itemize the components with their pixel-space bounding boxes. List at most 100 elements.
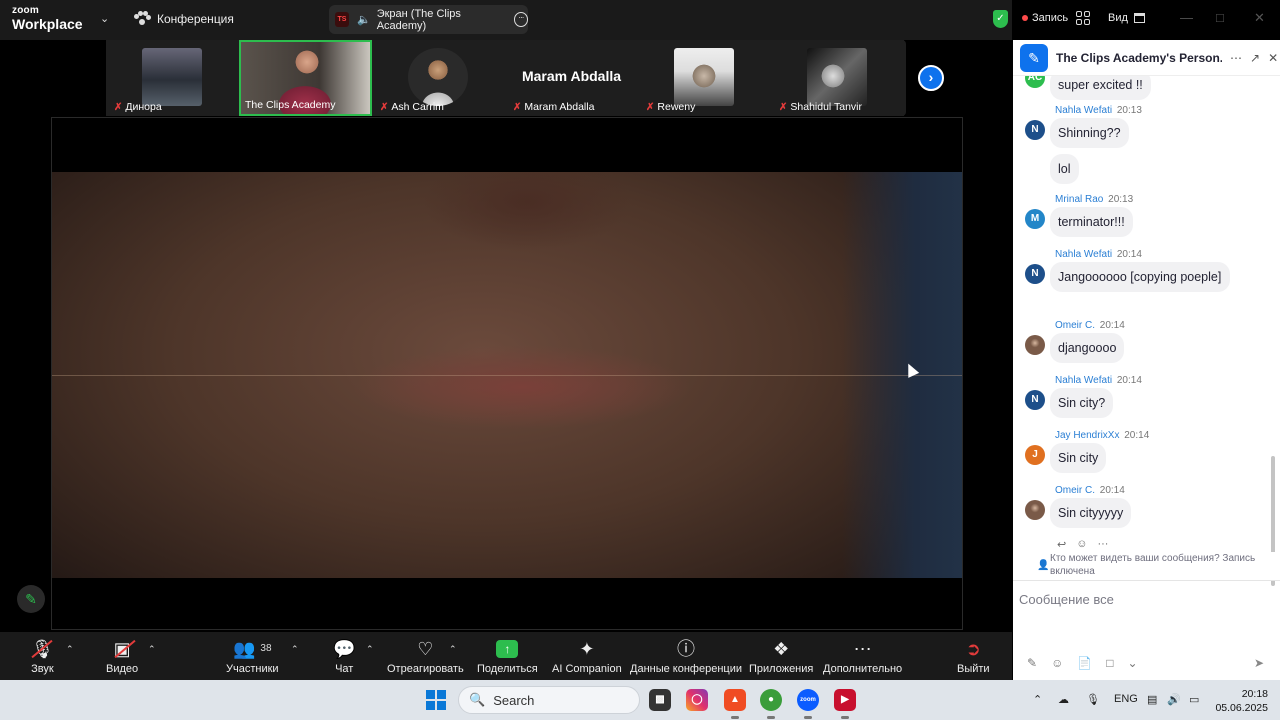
format-text-icon[interactable]: ✎ — [1027, 656, 1037, 670]
tray-chevron-icon[interactable]: ⌃ — [1033, 693, 1042, 706]
participants-button[interactable]: 👥 38 Участники — [226, 638, 279, 675]
participant-tile[interactable]: ✗ Reweny — [638, 40, 771, 116]
zoom-app-icon[interactable]: zoom — [797, 689, 819, 719]
message-more-icon[interactable]: ··· — [1097, 538, 1108, 551]
send-icon[interactable]: ➤ — [1254, 656, 1264, 670]
participant-thumbnail — [408, 48, 468, 106]
reply-icon[interactable]: ↩ — [1057, 538, 1066, 551]
taskbar-search-box[interactable]: 🔍 Search — [458, 686, 640, 714]
browser-globe-icon[interactable]: ● — [760, 689, 782, 719]
participant-display-name: Maram Abdalla — [521, 68, 622, 84]
media-app-icon[interactable]: ▶ — [834, 689, 856, 719]
chat-button[interactable]: 💬 Чат — [333, 638, 355, 675]
participant-name-row: ✗ Shahidul Tanvir — [779, 101, 862, 113]
view-button[interactable]: Вид — [1108, 12, 1145, 24]
mic-muted-icon: ✗ — [513, 101, 522, 113]
close-chat-icon[interactable]: ✕ — [1268, 51, 1278, 65]
participant-name-row: ✗ Reweny — [646, 101, 695, 113]
chat-message-list[interactable]: AC super excited !! Nahla Wefati 20:13 N… — [1013, 76, 1280, 596]
maximize-icon[interactable]: □ — [1216, 10, 1224, 25]
brave-browser-icon[interactable]: ▲ — [724, 689, 746, 719]
participant-tile-active-speaker[interactable]: The Clips Academy — [239, 40, 372, 116]
chat-options-caret-icon[interactable]: ⌃ — [366, 644, 374, 655]
ai-companion-label: AI Companion — [552, 663, 622, 675]
apps-icon: ❖ — [773, 639, 790, 659]
paw-icon — [134, 11, 151, 26]
taskbar-clock[interactable]: 20:18 05.06.2025 — [1212, 687, 1268, 715]
close-window-icon[interactable]: ✕ — [1254, 10, 1265, 26]
participants-count: 38 — [260, 643, 272, 654]
compose-edit-icon[interactable]: ✎ — [1020, 43, 1048, 72]
language-indicator[interactable]: ENG — [1114, 693, 1138, 705]
participant-name: Reweny — [657, 101, 696, 113]
chat-title: The Clips Academy's Person... — [1056, 50, 1222, 65]
avatar: M — [1025, 209, 1045, 229]
chat-bubble-icon: 💬 — [333, 639, 356, 659]
logo-workplace-text: Workplace — [12, 16, 83, 32]
more-button[interactable]: ⋯ Дополнительно — [823, 638, 902, 675]
chat-message-bubble: djangoooo — [1050, 333, 1125, 363]
next-participants-arrow-icon[interactable]: › — [918, 65, 944, 91]
conference-button[interactable]: Конференция — [134, 11, 234, 26]
audio-options-caret-icon[interactable]: ⌃ — [66, 644, 74, 655]
view-window-icon — [1133, 13, 1145, 23]
participant-tile[interactable]: ✗ Shahidul Tanvir — [771, 40, 904, 116]
audio-button[interactable]: 🎙 Звук — [31, 638, 54, 675]
gallery-grid-icon[interactable] — [1076, 11, 1090, 25]
task-view-icon[interactable]: ▩ — [649, 689, 671, 711]
participants-icon: 👥 38 — [233, 639, 272, 659]
minimize-icon[interactable]: — — [1180, 10, 1193, 25]
emoji-icon[interactable]: ☺ — [1051, 656, 1063, 670]
avatar: N — [1025, 264, 1045, 284]
cloud-sync-icon[interactable]: ☁ — [1058, 693, 1069, 706]
network-icon[interactable]: ▤ — [1147, 693, 1157, 706]
add-reaction-icon[interactable]: ☺ — [1076, 538, 1087, 551]
windows-start-icon[interactable] — [426, 690, 446, 710]
video-button[interactable]: ▣ Видео — [106, 638, 138, 675]
participants-label: Участники — [226, 663, 279, 675]
participant-thumbnail — [142, 48, 202, 106]
screenshot-icon[interactable]: □ — [1106, 656, 1113, 670]
react-label: Отреагировать — [387, 663, 464, 675]
search-icon: 🔍 — [469, 692, 486, 707]
chat-more-icon[interactable]: ⋯ — [1230, 51, 1242, 65]
participant-thumbnail — [807, 48, 867, 106]
chat-message-input[interactable] — [1019, 587, 1269, 611]
recording-indicator[interactable]: Запись — [1022, 12, 1068, 24]
react-options-caret-icon[interactable]: ⌃ — [449, 644, 457, 655]
screen-share-pill[interactable]: TS 🔈 Экран (The Clips Academy) ··· — [329, 5, 528, 34]
conference-label: Конференция — [157, 11, 234, 26]
video-options-caret-icon[interactable]: ⌃ — [148, 644, 156, 655]
more-tools-caret-icon[interactable]: ⌄ — [1128, 656, 1138, 670]
meeting-info-button[interactable]: ⓘ Данные конференции — [630, 638, 742, 675]
battery-icon[interactable]: ▭ — [1189, 693, 1199, 706]
participant-name-row: ✗ Ash Carrim — [380, 101, 444, 113]
participant-name: Shahidul Tanvir — [790, 101, 862, 113]
popout-icon[interactable]: ↗ — [1250, 51, 1260, 65]
chevron-down-icon[interactable]: ⌄ — [100, 12, 109, 25]
microphone-muted-icon: 🎙 — [31, 639, 54, 659]
info-icon: ⓘ — [677, 639, 695, 659]
security-shield-icon[interactable]: ✓ — [993, 10, 1008, 28]
message-actions: ↩ ☺ ··· — [1057, 538, 1108, 551]
participant-name: Maram Abdalla — [524, 101, 595, 113]
share-screen-button[interactable]: ↑ Поделиться — [477, 638, 538, 675]
chat-message-bubble: lol — [1050, 154, 1079, 184]
participant-tile[interactable]: ✗ Динора — [106, 40, 239, 116]
annotate-pen-icon[interactable]: ✎ — [17, 585, 45, 613]
participant-tile[interactable]: Maram Abdalla ✗ Maram Abdalla — [505, 40, 638, 116]
instagram-icon[interactable]: ◯ — [686, 689, 708, 711]
participant-tile[interactable]: ✗ Ash Carrim — [372, 40, 505, 116]
apps-button[interactable]: ❖ Приложения — [749, 638, 813, 675]
ai-companion-button[interactable]: ✦ AI Companion — [552, 638, 622, 675]
leave-button[interactable]: ➲ Выйти — [957, 638, 990, 675]
notice-text: Кто может видеть ваши сообщения? Запись … — [1050, 553, 1256, 577]
participants-options-caret-icon[interactable]: ⌃ — [291, 644, 299, 655]
message-sender: Omeir C. 20:14 — [1055, 320, 1125, 331]
more-options-icon[interactable]: ··· — [513, 12, 528, 27]
microphone-tray-icon[interactable]: 🎙 — [1086, 693, 1100, 706]
chat-visibility-notice[interactable]: 👤 Кто может видеть ваши сообщения? Запис… — [1013, 552, 1280, 580]
volume-icon[interactable]: 🔊 — [1167, 693, 1181, 706]
clock-date: 05.06.2025 — [1215, 702, 1268, 714]
attach-file-icon[interactable]: 📄 — [1077, 656, 1092, 670]
